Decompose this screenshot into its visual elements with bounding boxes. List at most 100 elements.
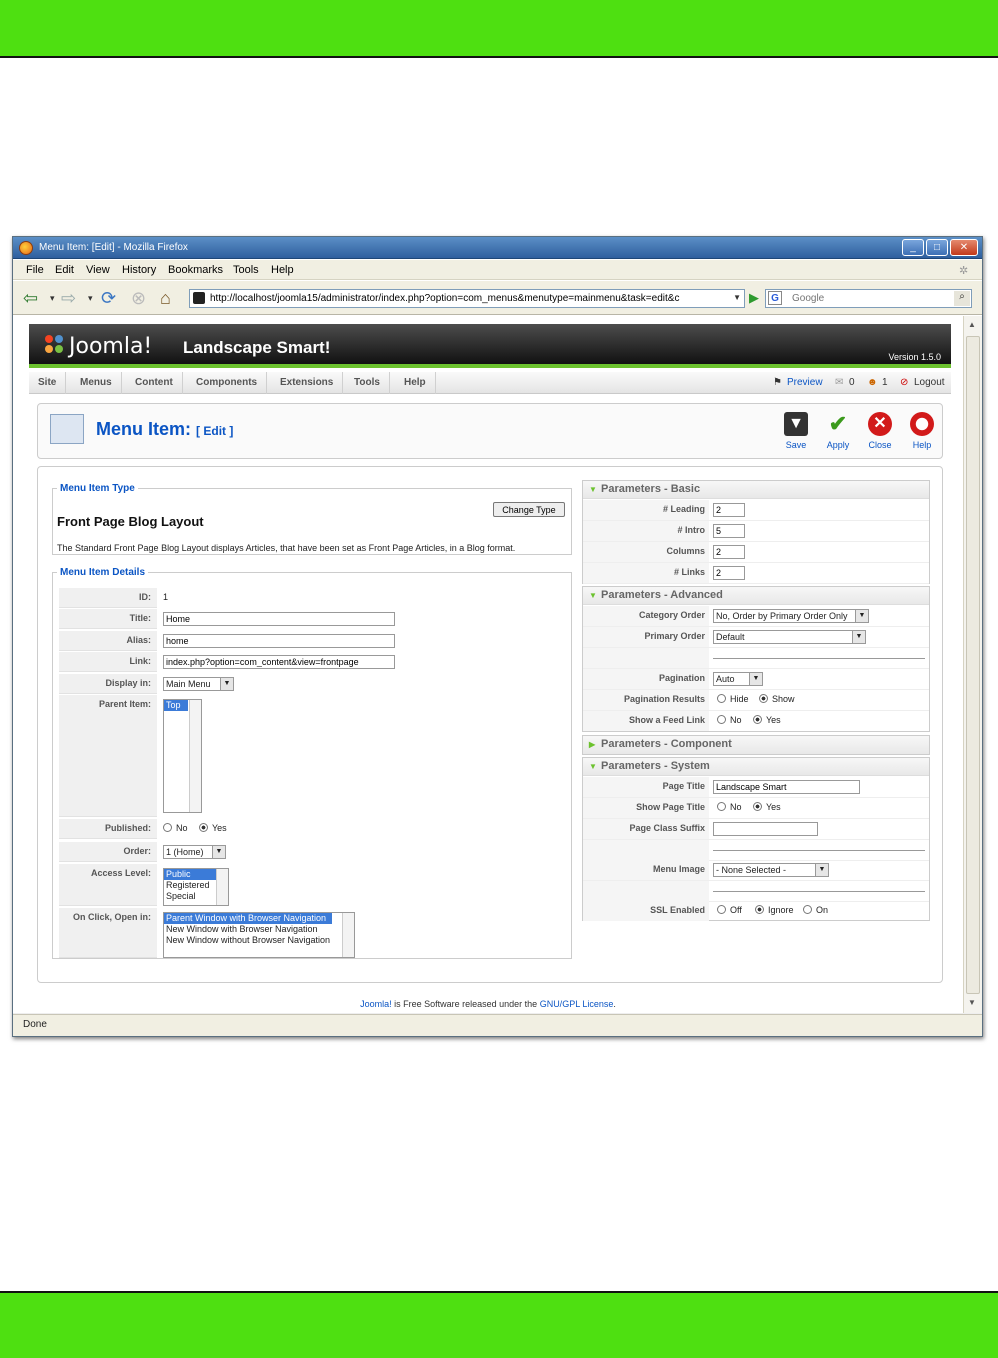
menu-file[interactable]: File bbox=[26, 264, 44, 276]
ssl-on-radio[interactable]: On bbox=[803, 905, 828, 915]
url-dropdown-icon[interactable]: ▼ bbox=[733, 293, 741, 302]
admin-menu-help[interactable]: Help bbox=[395, 372, 436, 394]
site-favicon-icon bbox=[193, 292, 205, 304]
show-page-title-no-radio[interactable]: No bbox=[717, 802, 742, 812]
params-advanced-header[interactable]: ▼ Parameters - Advanced bbox=[583, 587, 929, 605]
access-option-public[interactable]: Public bbox=[164, 869, 216, 880]
save-icon: ▼ bbox=[784, 412, 808, 436]
admin-menu-menus[interactable]: Menus bbox=[71, 372, 122, 394]
preview-link[interactable]: Preview bbox=[787, 372, 823, 394]
onclick-option-parent[interactable]: Parent Window with Browser Navigation bbox=[164, 913, 332, 924]
feed-link-yes-radio[interactable]: Yes bbox=[753, 715, 781, 725]
back-dropdown-icon[interactable]: ▾ bbox=[50, 287, 55, 309]
primary-order-select[interactable]: Default ▼ bbox=[713, 630, 866, 644]
reload-icon[interactable]: ⟳ bbox=[101, 287, 116, 309]
stop-icon[interactable]: ⊗ bbox=[131, 287, 146, 309]
radio-checked-icon bbox=[753, 715, 762, 724]
search-icon[interactable]: ⌕ bbox=[954, 291, 970, 306]
search-bar[interactable]: G ⌕ bbox=[765, 289, 972, 308]
scroll-down-icon[interactable]: ▼ bbox=[968, 998, 976, 1007]
listbox-scrollbar[interactable] bbox=[342, 913, 354, 957]
admin-menu-tools[interactable]: Tools bbox=[345, 372, 390, 394]
onclick-listbox[interactable]: Parent Window with Browser Navigation Ne… bbox=[163, 912, 355, 958]
menu-view[interactable]: View bbox=[86, 264, 110, 276]
maximize-button[interactable]: □ bbox=[926, 239, 948, 256]
params-system-header[interactable]: ▼ Parameters - System bbox=[583, 758, 929, 776]
menu-bookmarks[interactable]: Bookmarks bbox=[168, 264, 223, 276]
menu-image-select[interactable]: - None Selected - ▼ bbox=[713, 863, 829, 877]
alias-input[interactable] bbox=[163, 634, 395, 648]
links-input[interactable] bbox=[713, 566, 745, 580]
onclick-option-new-nonav[interactable]: New Window without Browser Navigation bbox=[164, 935, 354, 946]
admin-menu-site[interactable]: Site bbox=[29, 372, 67, 394]
menu-history[interactable]: History bbox=[122, 264, 156, 276]
search-input[interactable] bbox=[792, 292, 947, 305]
close-window-button[interactable]: ✕ bbox=[950, 239, 978, 256]
display-select[interactable]: Main Menu ▼ bbox=[163, 677, 234, 691]
save-button[interactable]: ▼ Save bbox=[776, 412, 816, 450]
vertical-scrollbar[interactable]: ▲ ▼ bbox=[963, 316, 982, 1013]
users-count[interactable]: 1 bbox=[882, 372, 888, 394]
joomla-link[interactable]: Joomla! bbox=[360, 999, 392, 1009]
page-class-input[interactable] bbox=[713, 822, 818, 836]
menu-image-label: Menu Image bbox=[583, 860, 709, 880]
gpl-license-link[interactable]: GNU/GPL License bbox=[540, 999, 614, 1009]
ssl-off-radio[interactable]: Off bbox=[717, 905, 742, 915]
onclick-option-new-nav[interactable]: New Window with Browser Navigation bbox=[164, 924, 354, 935]
messages-count[interactable]: 0 bbox=[849, 372, 855, 394]
home-icon[interactable]: ⌂ bbox=[160, 287, 171, 309]
help-button[interactable]: Help bbox=[902, 412, 942, 450]
feed-link-no-radio[interactable]: No bbox=[717, 715, 742, 725]
logout-link[interactable]: Logout bbox=[914, 372, 945, 394]
back-icon[interactable]: ⇦ bbox=[23, 287, 38, 309]
primary-order-value: Default bbox=[716, 632, 745, 642]
pagination-results-hide-radio[interactable]: Hide bbox=[717, 694, 749, 704]
admin-menu-components[interactable]: Components bbox=[187, 372, 268, 394]
forward-dropdown-icon[interactable]: ▾ bbox=[88, 287, 93, 309]
category-order-select[interactable]: No, Order by Primary Order Only ▼ bbox=[713, 609, 869, 623]
published-no-radio[interactable]: No bbox=[163, 823, 188, 833]
link-input[interactable] bbox=[163, 655, 395, 669]
menu-edit[interactable]: Edit bbox=[55, 264, 74, 276]
bottom-band bbox=[0, 1291, 998, 1358]
leading-label: # Leading bbox=[583, 500, 709, 520]
radio-checked-icon bbox=[753, 802, 762, 811]
forward-icon[interactable]: ⇨ bbox=[61, 287, 76, 309]
listbox-scrollbar[interactable] bbox=[189, 700, 201, 812]
go-icon[interactable]: ▶ bbox=[749, 287, 759, 309]
pagination-select[interactable]: Auto ▼ bbox=[713, 672, 763, 686]
admin-menu-extensions[interactable]: Extensions bbox=[271, 372, 344, 394]
menu-help[interactable]: Help bbox=[271, 264, 294, 276]
leading-input[interactable] bbox=[713, 503, 745, 517]
ssl-ignore-radio[interactable]: Ignore bbox=[755, 905, 794, 915]
triangle-down-icon: ▼ bbox=[589, 762, 597, 771]
advanced-separator-label bbox=[583, 648, 709, 668]
address-bar[interactable]: http://localhost/joomla15/administrator/… bbox=[189, 289, 745, 308]
apply-button[interactable]: ✔ Apply bbox=[818, 412, 858, 451]
listbox-scrollbar[interactable] bbox=[216, 869, 228, 905]
title-input[interactable] bbox=[163, 612, 395, 626]
pagination-results-show-radio[interactable]: Show bbox=[759, 694, 795, 704]
close-button[interactable]: ✕ Close bbox=[860, 412, 900, 450]
chevron-down-icon: ▼ bbox=[749, 673, 762, 685]
params-component-header[interactable]: ▶ Parameters - Component bbox=[583, 736, 929, 754]
admin-menu-content[interactable]: Content bbox=[126, 372, 183, 394]
published-yes-radio[interactable]: Yes bbox=[199, 823, 227, 833]
published-yes-label: Yes bbox=[212, 823, 227, 833]
parent-listbox[interactable]: Top bbox=[163, 699, 202, 813]
google-engine-icon[interactable]: G bbox=[768, 291, 782, 305]
alias-label: Alias: bbox=[59, 631, 157, 651]
access-listbox[interactable]: Public Registered Special bbox=[163, 868, 229, 906]
scrollbar-thumb[interactable] bbox=[966, 336, 980, 994]
params-basic-header[interactable]: ▼ Parameters - Basic bbox=[583, 481, 929, 499]
order-select[interactable]: 1 (Home) ▼ bbox=[163, 845, 226, 859]
menu-tools[interactable]: Tools bbox=[233, 264, 259, 276]
change-type-button[interactable]: Change Type bbox=[493, 502, 565, 517]
intro-input[interactable] bbox=[713, 524, 745, 538]
scroll-up-icon[interactable]: ▲ bbox=[968, 320, 976, 329]
minimize-button[interactable]: _ bbox=[902, 239, 924, 256]
parent-option[interactable]: Top bbox=[164, 700, 188, 711]
show-page-title-yes-radio[interactable]: Yes bbox=[753, 802, 781, 812]
page-title-input[interactable] bbox=[713, 780, 860, 794]
columns-input[interactable] bbox=[713, 545, 745, 559]
